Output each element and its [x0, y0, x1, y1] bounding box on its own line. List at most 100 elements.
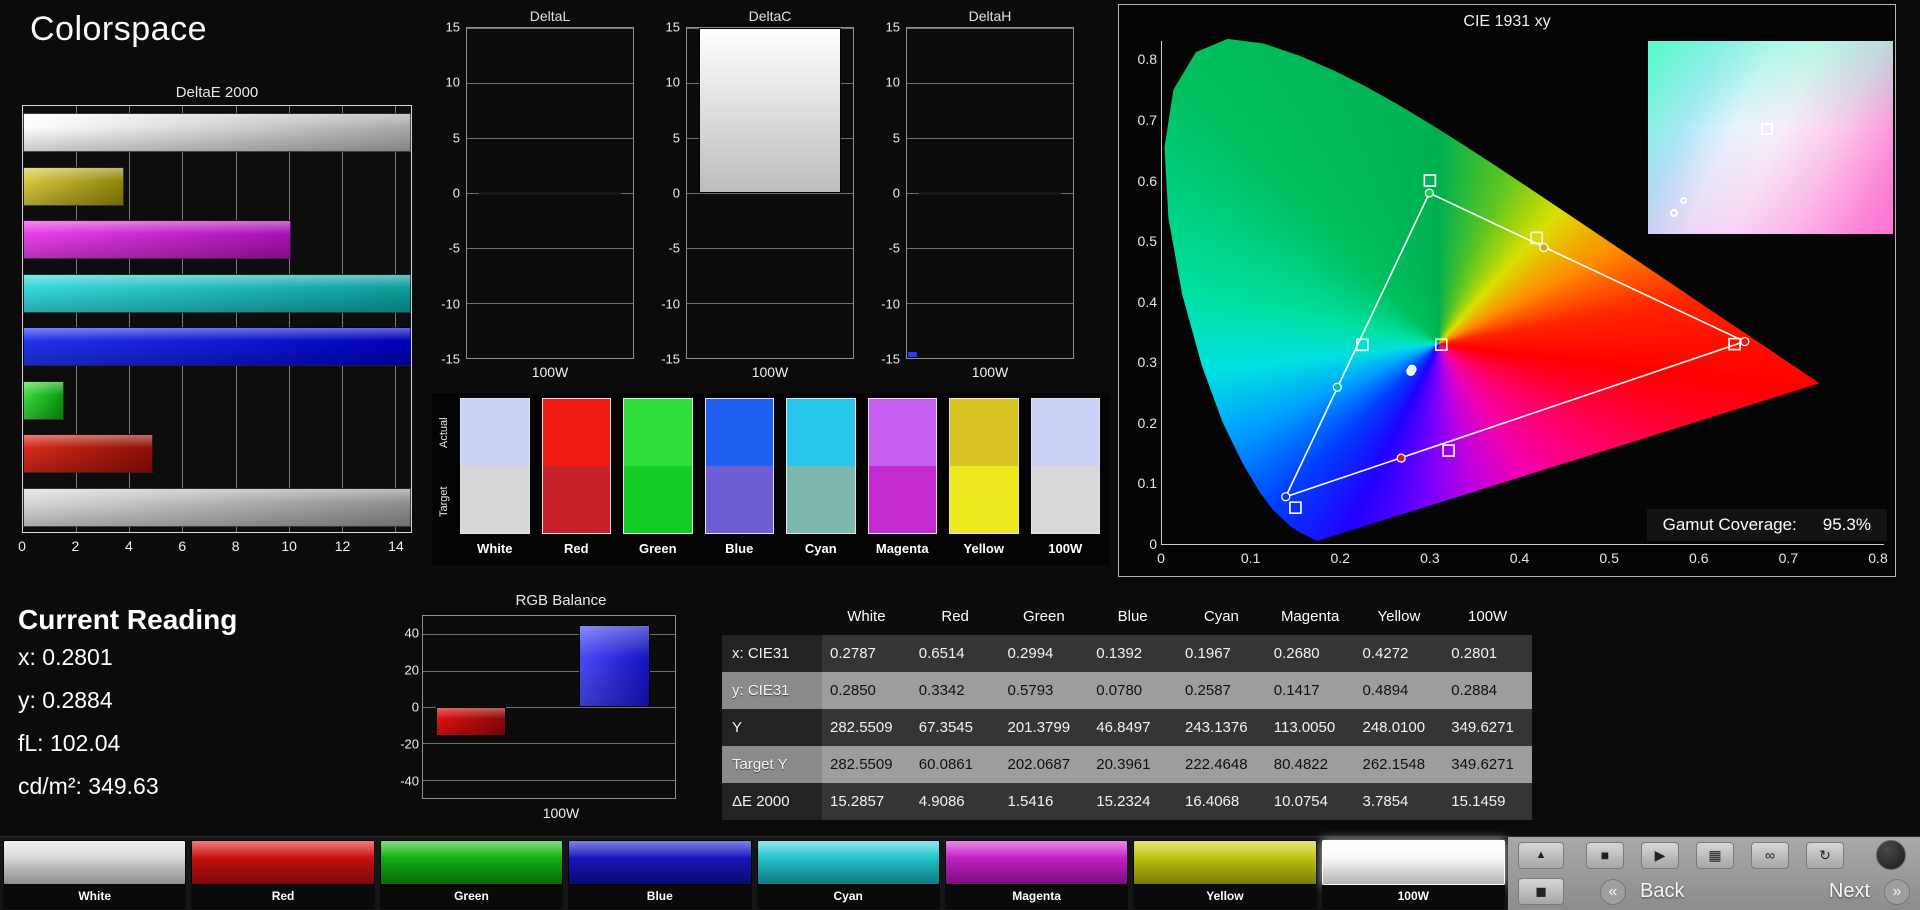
x-tick-label: 2: [71, 538, 80, 554]
gridline: [423, 743, 675, 745]
table-cell: 0.1417: [1273, 682, 1320, 699]
gridline: [467, 138, 633, 139]
chart-body: 15 10 5 0 -5 -10 -15: [876, 20, 1074, 367]
y-tick-label: 15: [885, 19, 900, 35]
pattern-window-button[interactable]: ▦: [1696, 841, 1734, 869]
table-cell: 0.5793: [1007, 682, 1054, 699]
table-cell: 20.3961: [1096, 756, 1151, 773]
deltae-bar-row: [23, 481, 411, 533]
actual-swatch: [461, 399, 529, 466]
pattern-label: Magenta: [944, 885, 1129, 909]
y-tick-label: -10: [441, 296, 460, 312]
refresh-button[interactable]: ↻: [1806, 841, 1844, 869]
x-tick-label: 12: [334, 538, 351, 554]
target-swatch: [705, 466, 773, 533]
back-button[interactable]: Back: [1640, 880, 1684, 903]
x-tick-label: 0: [18, 538, 26, 554]
pattern-button-white[interactable]: White: [3, 840, 187, 910]
back-chevron-icon[interactable]: «: [1600, 878, 1626, 905]
actual-swatch: [787, 399, 855, 466]
y-tick-label: -10: [881, 296, 900, 312]
white-point-inset: [1648, 41, 1893, 234]
deltae-bar-row: [23, 320, 411, 374]
target-swatch: [542, 466, 610, 533]
x-tick-label: 0.1: [1240, 550, 1261, 566]
pattern-button-yellow[interactable]: Yellow: [1133, 840, 1317, 910]
table-cell: 0.4894: [1362, 682, 1409, 699]
x-tick-label: 0.5: [1599, 550, 1619, 566]
measured-marker: [1407, 364, 1417, 374]
stop-button[interactable]: ■: [1586, 841, 1624, 869]
column-header: White: [847, 608, 886, 625]
pattern-button-blue[interactable]: Blue: [568, 840, 752, 910]
x-tick-label: 6: [178, 538, 187, 554]
y-tick-label: -5: [888, 240, 900, 256]
x-tick-label: 0.6: [1689, 550, 1709, 566]
actual-swatch: [1031, 399, 1099, 466]
table-cell: 0.2994: [1007, 645, 1054, 662]
pattern-button-100w[interactable]: 100W: [1321, 840, 1505, 910]
row-label: x: CIE31: [722, 635, 822, 672]
deltae-bar-row: [23, 267, 411, 321]
swatch-column-cyan: Cyan: [786, 398, 856, 565]
play-button[interactable]: ▶: [1641, 841, 1679, 869]
x-axis-label: 100W: [971, 364, 1009, 380]
table-cell: 243.1376: [1185, 719, 1248, 736]
continuous-read-button[interactable]: ∞: [1751, 841, 1789, 869]
next-button[interactable]: Next: [1829, 880, 1870, 903]
deltae-bar-yellow: [23, 166, 124, 206]
record-indicator[interactable]: [1876, 840, 1906, 871]
gridline: [467, 248, 633, 249]
pattern-label: White: [3, 885, 187, 909]
table-cell: 262.1548: [1362, 756, 1426, 773]
collapse-up-button[interactable]: ▲: [1518, 841, 1564, 869]
swatch-column-white: White: [460, 398, 530, 565]
meter-control-row: ▲ ■ ▶ ▦ ∞ ↻: [1508, 837, 1920, 874]
pattern-swatch: [191, 840, 375, 885]
rgb-balance-plot: [422, 615, 676, 799]
cie-y-axis: [1161, 41, 1162, 544]
measured-marker: [1539, 242, 1549, 253]
chart-body: 15 10 5 0 -5 -10 -15: [656, 20, 854, 367]
x-tick-label: 10: [281, 538, 297, 554]
display-window-button[interactable]: ◼: [1518, 878, 1564, 906]
table-cell: 0.2587: [1185, 682, 1231, 699]
y-tick-label: 0.3: [1137, 354, 1157, 371]
delta-chart-deltac: DeltaC 15 10 5 0 -5 -10 -15 100W: [656, 8, 854, 380]
gamut-coverage-value: 95.3%: [1822, 515, 1871, 534]
bottom-bar: White Red Green Blue Cyan Magenta Yellow 100W ▲…: [0, 836, 1920, 910]
pattern-button-green[interactable]: Green: [379, 840, 564, 910]
swatch-label: Red: [563, 541, 589, 556]
y-tick-label: -5: [448, 240, 460, 256]
y-tick-label: 10: [445, 74, 460, 90]
x-axis-label: 100W: [751, 364, 789, 380]
y-tick-label: 0: [411, 699, 419, 715]
pattern-button-cyan[interactable]: Cyan: [756, 840, 940, 910]
play-icon: ▶: [1654, 846, 1666, 863]
row-label: ΔE 2000: [722, 783, 822, 820]
table-cell: 80.4822: [1273, 756, 1328, 773]
pattern-label: Blue: [568, 885, 752, 909]
deltae-bar-row: [23, 374, 411, 428]
pattern-button-magenta[interactable]: Magenta: [944, 840, 1129, 910]
table-cell: 113.0050: [1273, 719, 1336, 736]
deltae-bar-row: [23, 106, 411, 160]
y-tick-label: 0: [672, 185, 680, 201]
pattern-button-red[interactable]: Red: [191, 840, 375, 910]
pattern-label: 100W: [1321, 885, 1505, 909]
pattern-selector: White Red Green Blue Cyan Magenta Yellow 100W: [0, 837, 1508, 910]
x-tick-label: 0.7: [1778, 550, 1799, 566]
table-cell: 0.2801: [1451, 645, 1498, 662]
y-tick-label: 0.1: [1137, 475, 1157, 492]
pattern-swatch: [568, 840, 752, 885]
navigation-row: ◼ « Back Next »: [1508, 874, 1920, 910]
delta-chart-deltah: DeltaH 15 10 5 0 -5 -10 -15 100W: [876, 8, 1074, 380]
y-tick-label: -15: [441, 351, 460, 367]
y-tick-label: -20: [400, 736, 419, 752]
next-chevron-icon[interactable]: »: [1884, 878, 1910, 905]
deltae2000-chart: DeltaE 2000 0 2 4 6 8 10 12 14: [18, 84, 412, 558]
swatch-pair: [867, 398, 937, 534]
pattern-swatch: [3, 840, 187, 885]
table-cell: 201.3799: [1007, 719, 1071, 736]
pattern-swatch: [379, 840, 564, 885]
